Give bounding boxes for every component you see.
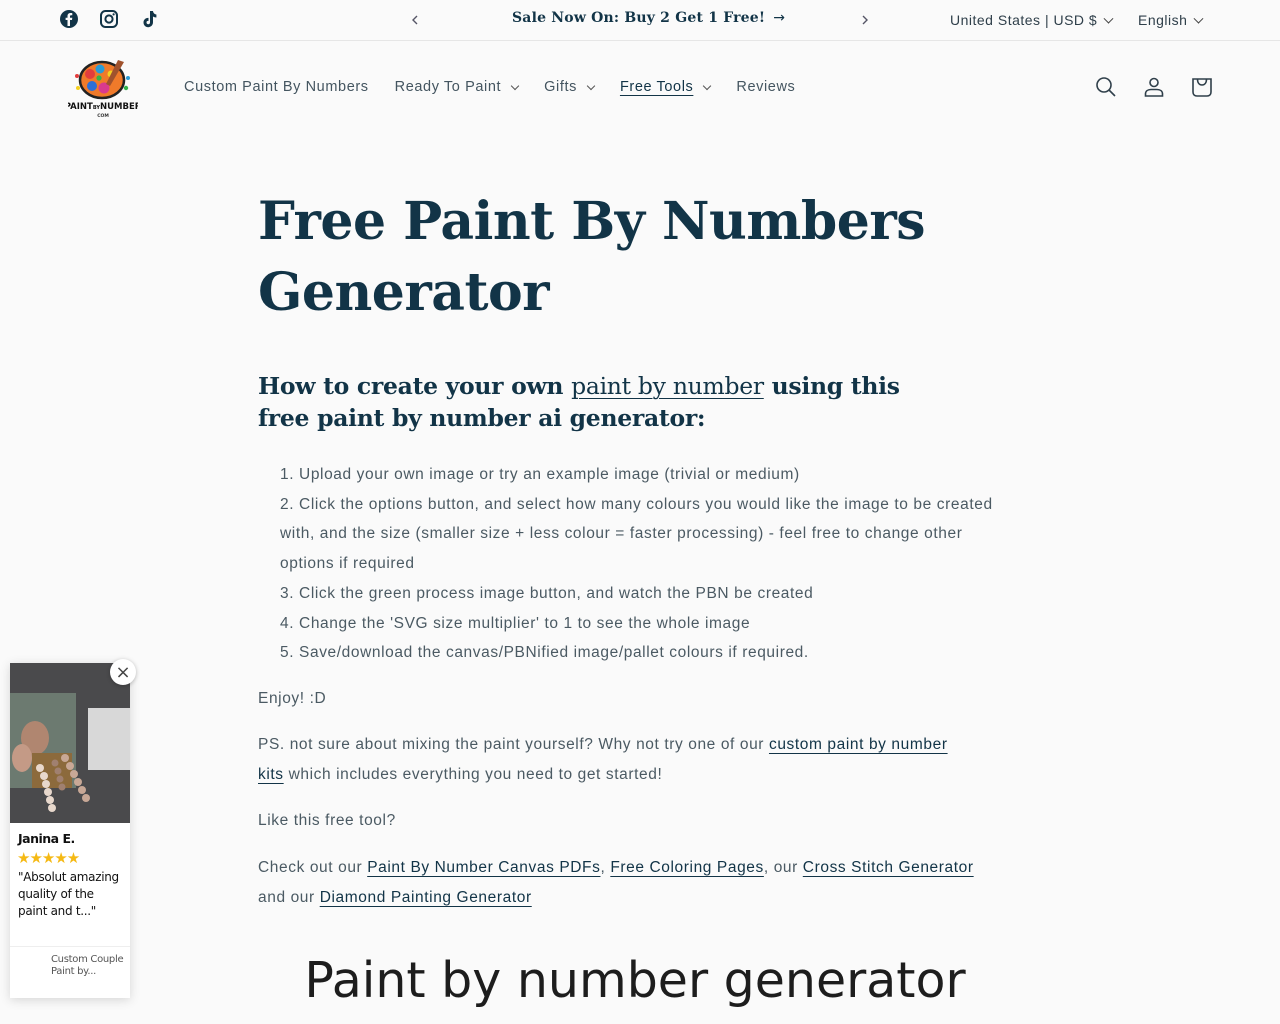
nav-label: Gifts — [544, 79, 577, 95]
step-item: 2. Click the options button, and select … — [280, 495, 993, 573]
cart-icon[interactable] — [1190, 75, 1214, 99]
announcement-bar: Sale Now On: Buy 2 Get 1 Free! → United S… — [0, 0, 1280, 41]
check-text: , our — [763, 858, 803, 876]
chevron-down-icon — [586, 81, 596, 90]
diamond-painting-link[interactable]: Diamond Painting Generator — [320, 889, 532, 906]
search-icon[interactable] — [1094, 75, 1118, 99]
chevron-down-icon — [1193, 13, 1204, 24]
nav-label: Ready To Paint — [394, 79, 502, 95]
canvas-pdfs-link[interactable]: Paint By Number Canvas PDFs — [367, 859, 600, 876]
nav-custom-paint-by-numbers[interactable]: Custom Paint By Numbers — [184, 79, 369, 95]
nav-free-tools[interactable]: Free Tools — [619, 79, 712, 95]
paint-by-number-link[interactable]: paint by number — [571, 372, 764, 400]
chevron-down-icon — [1103, 13, 1114, 24]
nav-label: Free Tools — [619, 79, 694, 95]
close-button[interactable]: × — [110, 659, 136, 685]
main-content: Free Paint By Numbers Generator How to c… — [258, 180, 1018, 913]
facebook-icon[interactable] — [59, 9, 79, 29]
enjoy-text: Enjoy! :D — [258, 689, 327, 707]
header-icons — [1094, 75, 1214, 99]
site-logo[interactable]: PAINTBYNUMBER COM — [65, 56, 142, 122]
chevron-down-icon — [510, 81, 520, 90]
step-item: 5. Save/download the canvas/PBNified ima… — [280, 644, 809, 662]
announcement-message[interactable]: Sale Now On: Buy 2 Get 1 Free! → — [512, 10, 785, 26]
steps-list: 1. Upload your own image or try an examp… — [280, 460, 1020, 668]
review-photo — [10, 663, 130, 823]
svg-text:PAINTBYNUMBER: PAINTBYNUMBER — [68, 102, 138, 112]
star-rating: ★★★★★ — [17, 849, 80, 867]
ps-prefix: PS. not sure about mixing the paint your… — [258, 735, 769, 753]
check-text: and our — [258, 888, 320, 906]
chevron-down-icon — [703, 81, 712, 90]
country-selector-label: United States | USD $ — [950, 12, 1098, 28]
ps-paragraph: PS. not sure about mixing the paint your… — [258, 730, 978, 790]
cross-stitch-link[interactable]: Cross Stitch Generator — [803, 859, 974, 876]
arrow-right-icon: → — [773, 10, 786, 26]
nav-gifts[interactable]: Gifts — [544, 79, 596, 95]
review-popup[interactable]: × Janina E. ★★★★★ "Absolut amazing quali… — [10, 659, 136, 998]
tiktok-icon[interactable] — [139, 9, 159, 29]
ps-suffix: which includes everything you need to ge… — [283, 765, 663, 783]
site-header: PAINTBYNUMBER COM Custom Paint By Number… — [0, 41, 1280, 136]
country-selector[interactable]: United States | USD $ — [950, 12, 1114, 28]
nav-label: Reviews — [736, 79, 796, 95]
nav-ready-to-paint[interactable]: Ready To Paint — [394, 79, 520, 95]
review-quote: "Absolut amazing quality of the paint an… — [18, 870, 119, 918]
announcement-next-button[interactable] — [857, 9, 873, 31]
check-text: Check out our — [258, 858, 368, 876]
divider — [10, 946, 130, 947]
main-nav: Custom Paint By Numbers Ready To Paint G… — [184, 79, 821, 95]
step-item: 4. Change the 'SVG size multiplier' to 1… — [280, 614, 751, 632]
language-selector[interactable]: English — [1138, 12, 1204, 28]
review-product-link[interactable]: Custom Couple Paint by... — [51, 954, 126, 978]
like-text: Like this free tool? — [258, 811, 396, 829]
social-links — [59, 9, 159, 29]
nav-reviews[interactable]: Reviews — [736, 79, 795, 95]
account-icon[interactable] — [1142, 75, 1166, 99]
page-title: Free Paint By Numbers Generator — [258, 191, 926, 323]
announcement-prev-button[interactable] — [407, 9, 423, 31]
svg-text:COM: COM — [97, 113, 109, 119]
step-item: 3. Click the green process image button,… — [280, 584, 814, 602]
step-item: 1. Upload your own image or try an examp… — [280, 466, 800, 483]
coloring-pages-link[interactable]: Free Coloring Pages — [610, 859, 764, 876]
check-text: , — [600, 858, 611, 876]
howto-heading: How to create your own paint by number u… — [258, 370, 918, 434]
language-selector-label: English — [1138, 12, 1188, 28]
instagram-icon[interactable] — [99, 9, 119, 29]
nav-label: Custom Paint By Numbers — [184, 79, 369, 95]
reviewer-name: Janina E. — [18, 831, 75, 846]
generator-title: Paint by number generator — [304, 952, 966, 1009]
howto-prefix: How to create your own — [258, 372, 572, 400]
announcement-text: Sale Now On: Buy 2 Get 1 Free! — [512, 10, 766, 26]
check-out-paragraph: Check out our Paint By Number Canvas PDF… — [258, 853, 978, 913]
